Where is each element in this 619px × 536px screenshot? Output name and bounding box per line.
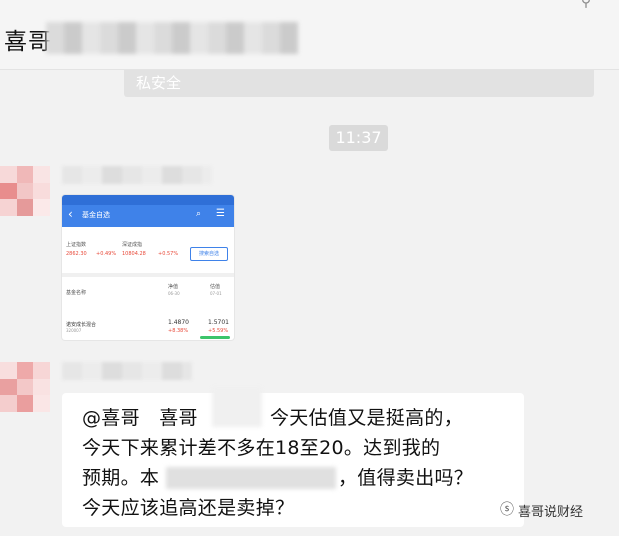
- fund-nav: 1.4870: [168, 319, 189, 326]
- index-name: 上证指数: [66, 242, 87, 248]
- redacted-title: [46, 22, 298, 54]
- index-name: 深证成指: [122, 242, 143, 248]
- column-sub: 06-30: [168, 291, 180, 296]
- fund-estimate-change: +5.59%: [208, 328, 229, 334]
- security-notice: 私安全: [124, 70, 594, 97]
- watermark: ⓢ 喜哥说财经: [500, 500, 583, 520]
- index-change: +0.57%: [158, 251, 179, 257]
- search-watchlist-button: 搜索自选: [190, 247, 228, 261]
- image-divider: [62, 273, 234, 277]
- text-message[interactable]: @喜哥 喜哥 今天估值又是挺高的， 今天下来累计差不多在18至20。达到我的 预…: [62, 387, 524, 527]
- fund-estimate: 1.5701: [208, 319, 229, 326]
- chat-title: 喜哥: [4, 29, 52, 55]
- column-header: 基金名称: [66, 290, 87, 296]
- back-icon: ‹: [68, 207, 73, 221]
- message-time: 11:37: [329, 125, 388, 151]
- redacted-sender-name: [62, 166, 212, 184]
- fund-name: 诺安成长混合: [66, 322, 97, 328]
- avatar[interactable]: [0, 166, 50, 216]
- redacted-sender-name: [62, 362, 192, 380]
- watermark-text: 喜哥说财经: [518, 504, 584, 520]
- message-line: 今天下来累计差不多在18至20。达到我的: [82, 437, 441, 459]
- redacted-text: [212, 387, 262, 427]
- fund-code: 320007: [66, 328, 82, 333]
- search-icon: ⌕: [196, 209, 202, 219]
- image-app-title: 基金自选: [82, 211, 110, 219]
- redacted-text: [166, 467, 336, 489]
- column-header: 估值: [210, 284, 221, 290]
- chat-header: 喜哥 ⚲: [0, 0, 619, 70]
- menu-icon: ☰: [216, 208, 225, 219]
- message-line: 今天估值又是挺高的，: [270, 407, 464, 429]
- pin-icon[interactable]: ⚲: [578, 0, 594, 10]
- index-value: 2862.30: [66, 251, 87, 257]
- index-change: +0.49%: [96, 251, 117, 257]
- message-line: 预期。本: [82, 467, 160, 489]
- security-notice-text: 私安全: [136, 74, 182, 92]
- message-line: 今天应该追高还是卖掉？: [82, 497, 295, 519]
- image-statusbar: [62, 195, 234, 205]
- chat-window: 喜哥 ⚲ 私安全 11:37 ‹ 基金自选 ⌕ ☰ 上证指数 2862.30 +…: [0, 0, 619, 536]
- message-line: ，值得卖出吗？: [338, 467, 474, 489]
- estimate-indicator: [200, 336, 230, 339]
- avatar[interactable]: [0, 362, 50, 412]
- column-header: 净值: [168, 284, 179, 290]
- column-sub: 07-01: [210, 291, 222, 296]
- wechat-channel-icon: ⓢ: [500, 502, 514, 518]
- message-line: @喜哥 喜哥: [82, 407, 198, 429]
- index-value: 10804.28: [122, 251, 146, 257]
- fund-nav-change: +8.38%: [168, 328, 189, 334]
- image-message[interactable]: ‹ 基金自选 ⌕ ☰ 上证指数 2862.30 +0.49% 深证成指 1080…: [62, 195, 234, 340]
